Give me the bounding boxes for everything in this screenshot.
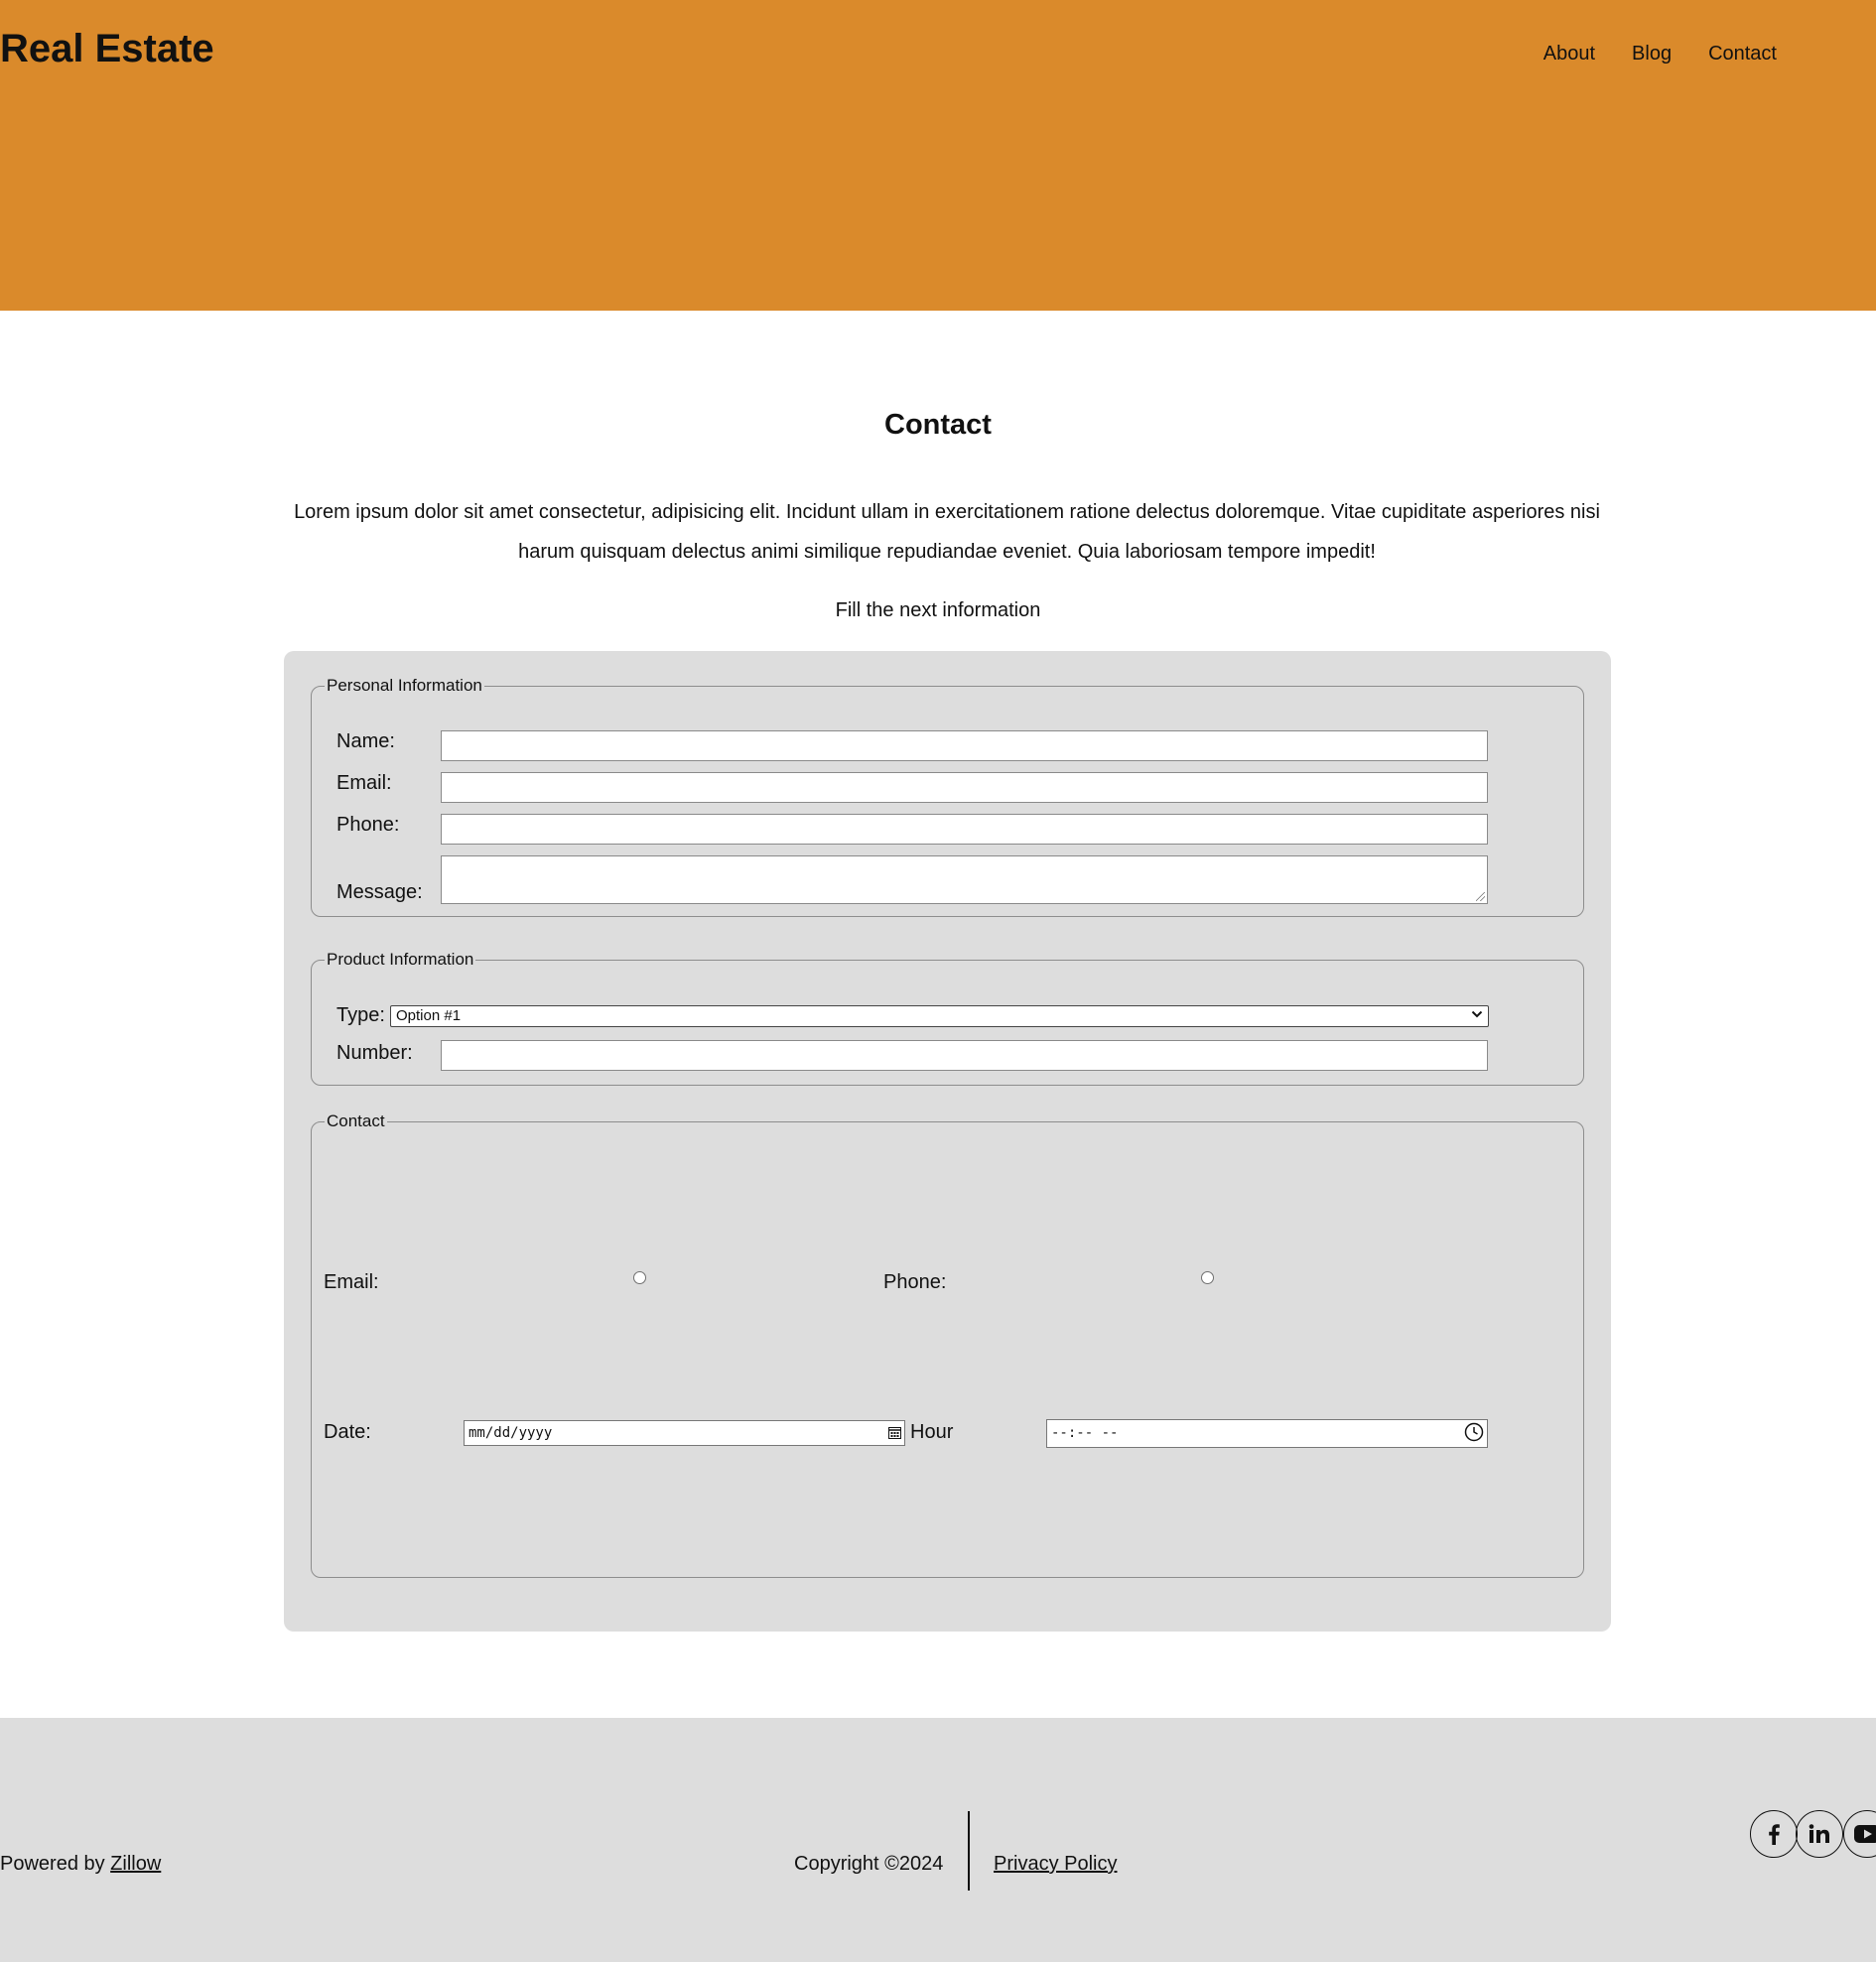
hour-label: Hour (910, 1421, 954, 1443)
intro-text: Lorem ipsum dolor sit amet consectetur, … (294, 501, 1600, 563)
footer-divider (968, 1811, 970, 1891)
contact-email-radio[interactable] (633, 1271, 646, 1284)
facebook-icon[interactable] (1750, 1810, 1798, 1858)
date-label: Date: (324, 1421, 371, 1443)
nav-link-blog[interactable]: Blog (1632, 40, 1672, 67)
personal-info-legend: Personal Information (327, 676, 482, 695)
phone-input[interactable] (441, 814, 1488, 845)
contact-fieldset: Contact Email: Phone: Date: mm/dd/yyyy H… (311, 1112, 1584, 1578)
zillow-link[interactable]: Zillow (110, 1853, 161, 1875)
number-input[interactable] (441, 1040, 1488, 1071)
type-selected-value: Option #1 (396, 1007, 462, 1024)
brand-title: Real Estate (0, 27, 214, 70)
powered-by-text: Powered by (0, 1853, 111, 1875)
contact-phone-radio[interactable] (1201, 1271, 1214, 1284)
site-header: Real Estate About Blog Contact (0, 0, 1876, 311)
contact-form: Personal Information Name: Email: Phone:… (284, 651, 1611, 1632)
site-footer: Powered by Zillow Copyright ©2024 Privac… (0, 1718, 1876, 1962)
linkedin-icon[interactable] (1796, 1810, 1843, 1858)
hour-input[interactable]: --:-- -- (1046, 1419, 1488, 1448)
phone-label: Phone: (336, 814, 400, 836)
name-label: Name: (336, 730, 395, 752)
product-info-fieldset: Product Information Type: Option #1 Numb… (311, 950, 1584, 1086)
privacy-policy-link[interactable]: Privacy Policy (994, 1850, 1117, 1878)
message-label: Message: (336, 881, 423, 903)
hour-placeholder: --:-- -- (1051, 1425, 1119, 1441)
date-input[interactable]: mm/dd/yyyy (464, 1420, 905, 1446)
product-info-legend: Product Information (327, 950, 474, 969)
type-label: Type: (336, 1004, 385, 1026)
resize-grip-icon[interactable] (1476, 892, 1485, 901)
email-label: Email: (336, 772, 392, 794)
message-textarea[interactable] (441, 855, 1488, 904)
contact-phone-label: Phone: (883, 1271, 947, 1293)
calendar-icon[interactable] (888, 1426, 901, 1439)
contact-email-label: Email: (324, 1271, 379, 1293)
type-select[interactable]: Option #1 (390, 1005, 1489, 1027)
powered-by: Powered by Zillow (0, 1850, 161, 1878)
nav-link-about[interactable]: About (1543, 40, 1595, 67)
form-instructions: Fill the next information (835, 599, 1041, 621)
date-placeholder: mm/dd/yyyy (469, 1425, 553, 1441)
main-nav: About Blog Contact (1543, 40, 1777, 67)
copyright-text: Copyright ©2024 (794, 1853, 944, 1875)
clock-icon[interactable] (1464, 1422, 1484, 1442)
personal-info-fieldset: Personal Information Name: Email: Phone:… (311, 676, 1584, 917)
page-title: Contact (884, 409, 992, 441)
number-label: Number: (336, 1042, 413, 1064)
contact-legend: Contact (327, 1112, 385, 1130)
nav-link-contact[interactable]: Contact (1708, 40, 1777, 67)
name-input[interactable] (441, 730, 1488, 761)
youtube-icon[interactable] (1843, 1810, 1876, 1858)
chevron-down-icon (1471, 1008, 1483, 1024)
email-input[interactable] (441, 772, 1488, 803)
